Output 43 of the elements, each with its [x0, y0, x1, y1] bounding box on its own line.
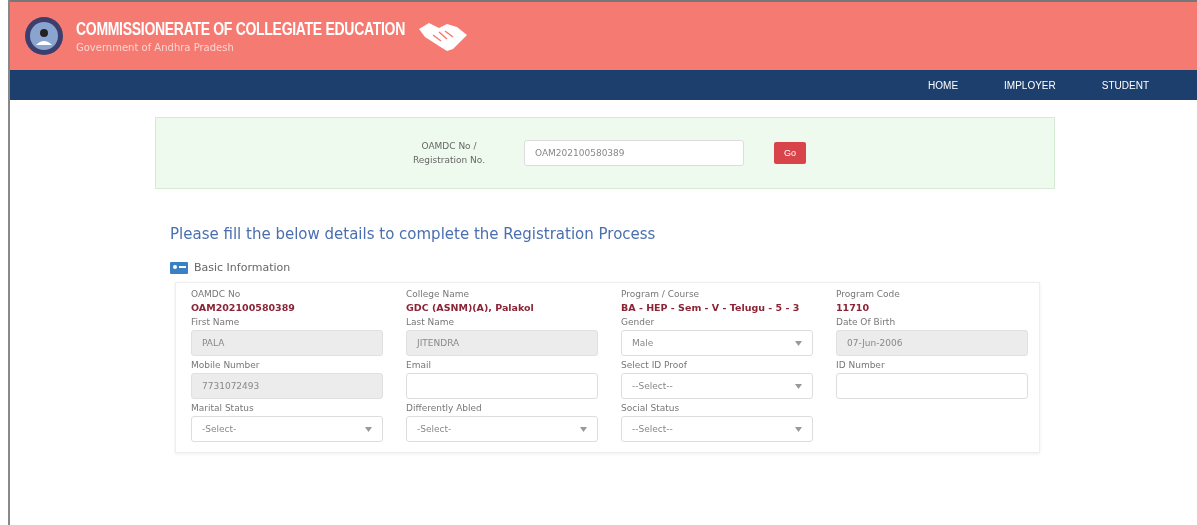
- field-label: Social Status: [621, 403, 681, 413]
- caret-icon: [795, 426, 802, 432]
- search-input[interactable]: OAM202100580389: [524, 140, 744, 166]
- select-field[interactable]: -Select-: [406, 416, 598, 442]
- field-value: 11710: [836, 302, 871, 313]
- field-label: ID Number: [836, 360, 886, 370]
- select-field[interactable]: Male: [621, 330, 813, 356]
- field-label: First Name: [191, 317, 241, 327]
- field-label: Date Of Birth: [836, 317, 897, 327]
- id-card-icon: [170, 261, 188, 274]
- nav-link[interactable]: IMPLOYER: [1004, 79, 1056, 91]
- emblem-icon: [24, 16, 64, 56]
- site-subtitle: Government of Andhra Pradesh: [76, 41, 235, 53]
- caret-icon: [580, 426, 587, 432]
- caret-icon: [795, 383, 802, 389]
- section-title: Basic Information: [194, 261, 291, 274]
- field-label: OAMDC No: [191, 289, 242, 299]
- select-field[interactable]: -Select-: [191, 416, 383, 442]
- field-label: Email: [406, 360, 432, 370]
- field-label: Mobile Number: [191, 360, 261, 370]
- field-label: Program / Course: [621, 289, 701, 299]
- field-label: Last Name: [406, 317, 456, 327]
- input-field[interactable]: [406, 373, 598, 399]
- nav-link[interactable]: HOME: [928, 79, 959, 91]
- field-label: Program Code: [836, 289, 901, 299]
- field-value: BA - HEP - Sem - V - Telugu - 5 - 3: [621, 302, 801, 313]
- field-label: College Name: [406, 289, 470, 299]
- field-label: Marital Status: [191, 403, 255, 413]
- caret-icon: [365, 426, 372, 432]
- search-label: OAMDC No / Registration No.: [411, 139, 486, 167]
- field-label: Select ID Proof: [621, 360, 689, 370]
- caret-icon: [795, 340, 802, 346]
- field-label: Gender: [621, 317, 656, 327]
- select-field[interactable]: --Select--: [621, 416, 813, 442]
- select-field[interactable]: --Select--: [621, 373, 813, 399]
- field-label: Differently Abled: [406, 403, 483, 413]
- input-field[interactable]: [836, 373, 1028, 399]
- form-heading: Please fill the below details to complete the Registration Process: [170, 225, 657, 243]
- field-value: GDC (ASNM)(A), Palakol: [406, 302, 535, 313]
- field-value: OAM202100580389: [191, 302, 296, 313]
- site-title: COMMISSIONERATE OF COLLEGIATE EDUCATION: [76, 17, 405, 38]
- go-button[interactable]: Go: [774, 142, 806, 164]
- nav-link[interactable]: STUDENT: [1101, 79, 1149, 91]
